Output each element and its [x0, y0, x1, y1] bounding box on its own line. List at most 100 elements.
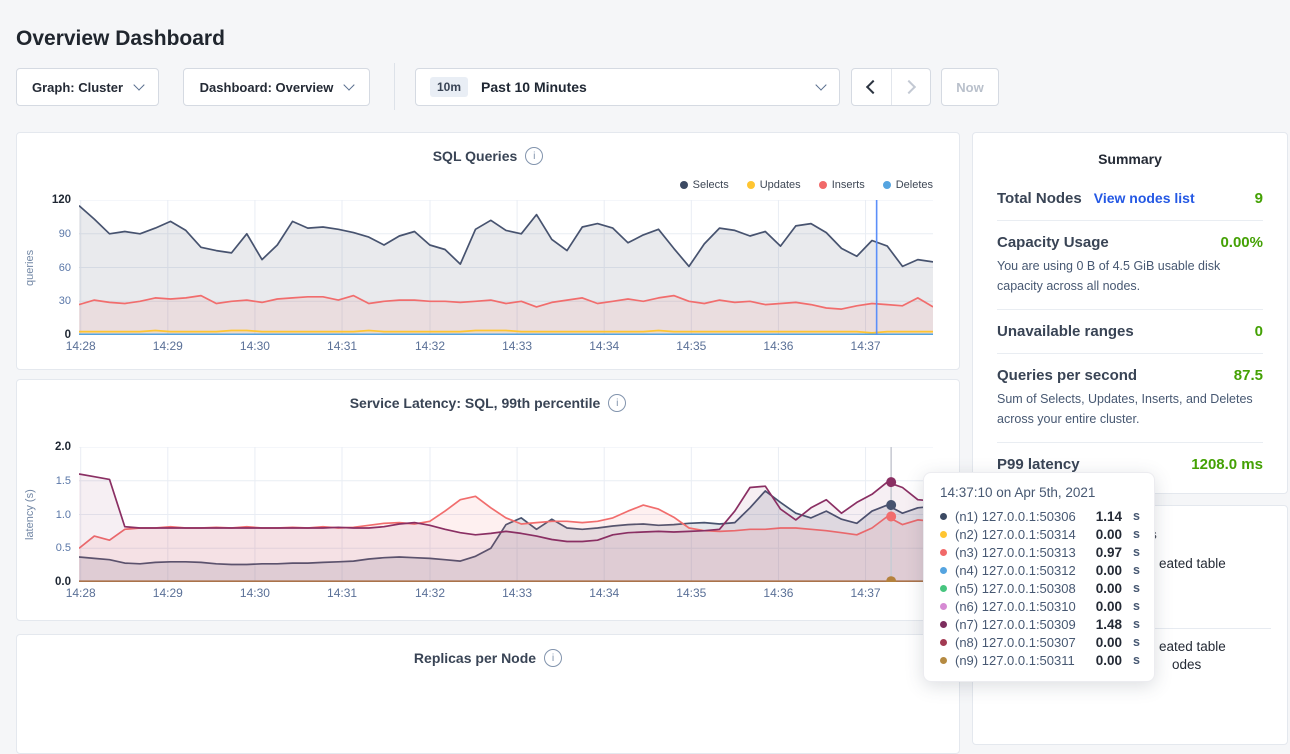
dashboard-dropdown-label: Dashboard: Overview: [200, 80, 334, 95]
time-range-badge: 10m: [430, 77, 468, 97]
legend-label: Inserts: [832, 179, 865, 191]
node-series-dot-icon: [940, 603, 947, 610]
node-series-dot-icon: [940, 567, 947, 574]
capacity-usage-description: You are using 0 B of 4.5 GiB usable disk…: [997, 256, 1263, 296]
y-tick-label: 0.5: [56, 542, 71, 554]
time-prev-button[interactable]: [852, 69, 891, 105]
y-axis-label: latency (s): [23, 447, 37, 582]
tooltip-node-row: (n5) 127.0.0.1:503080.00s: [940, 579, 1140, 597]
y-tick-label: 1.0: [56, 509, 71, 521]
summary-title: Summary: [997, 151, 1263, 167]
graph-dropdown-label: Graph: Cluster: [32, 80, 123, 95]
event-item[interactable]: odes: [1172, 657, 1201, 672]
legend-dot-icon: [747, 181, 755, 189]
now-button[interactable]: Now: [941, 68, 999, 106]
info-icon[interactable]: i: [544, 649, 562, 667]
node-series-dot-icon: [940, 621, 947, 628]
service-latency-plot[interactable]: [79, 447, 933, 582]
tooltip-node-row: (n3) 127.0.0.1:503130.97s: [940, 543, 1140, 561]
x-tick-label: 14:34: [589, 586, 619, 600]
node-address: (n5) 127.0.0.1:50308: [955, 581, 1088, 596]
graph-dropdown[interactable]: Graph: Cluster: [16, 68, 159, 106]
unavailable-ranges-label: Unavailable ranges: [997, 323, 1134, 340]
x-tick-label: 14:31: [327, 586, 357, 600]
chevron-down-icon: [344, 79, 355, 90]
x-tick-label: 14:37: [851, 586, 881, 600]
legend-label: Updates: [760, 179, 801, 191]
node-latency-value: 0.00: [1096, 599, 1122, 614]
total-nodes-value: 9: [1255, 190, 1263, 207]
tooltip-node-row: (n6) 127.0.0.1:503100.00s: [940, 597, 1140, 615]
chevron-down-icon: [815, 79, 826, 90]
chart-title: Service Latency: SQL, 99th percentile: [350, 395, 601, 411]
view-nodes-list-link[interactable]: View nodes list: [1094, 190, 1243, 206]
y-tick-label: 30: [59, 295, 71, 307]
summary-row-qps: Queries per second 87.5 Sum of Selects, …: [997, 354, 1263, 443]
x-tick-label: 14:32: [415, 586, 445, 600]
node-address: (n3) 127.0.0.1:50313: [955, 545, 1088, 560]
node-latency-unit: s: [1133, 563, 1140, 577]
x-tick-label: 14:36: [763, 339, 793, 353]
node-series-dot-icon: [940, 531, 947, 538]
node-series-dot-icon: [940, 549, 947, 556]
p99-latency-label: P99 latency: [997, 456, 1080, 473]
chevron-down-icon: [133, 79, 144, 90]
legend-item-deletes[interactable]: Deletes: [883, 179, 933, 191]
summary-panel: Summary Total Nodes View nodes list 9 Ca…: [972, 132, 1288, 494]
node-latency-value: 0.00: [1096, 563, 1122, 578]
chart-legend: Selects Updates Inserts Deletes: [680, 179, 933, 191]
node-address: (n6) 127.0.0.1:50310: [955, 599, 1088, 614]
x-tick-label: 14:29: [153, 586, 183, 600]
node-latency-value: 0.00: [1096, 581, 1122, 596]
legend-label: Deletes: [896, 179, 933, 191]
event-item[interactable]: eated table: [1159, 639, 1226, 654]
y-tick-label: 1.5: [56, 475, 71, 487]
x-tick-label: 14:37: [851, 339, 881, 353]
node-latency-value: 1.48: [1096, 617, 1122, 632]
y-axis-label: queries: [23, 200, 37, 335]
node-latency-value: 0.00: [1096, 635, 1122, 650]
sql-queries-plot[interactable]: [79, 200, 933, 335]
legend-item-selects[interactable]: Selects: [680, 179, 729, 191]
x-tick-label: 14:30: [240, 339, 270, 353]
service-latency-panel: Service Latency: SQL, 99th percentile i …: [16, 379, 960, 621]
chart-hover-tooltip: 14:37:10 on Apr 5th, 2021 (n1) 127.0.0.1…: [923, 472, 1155, 682]
x-axis: 14:2814:2914:3014:3114:3214:3314:3414:35…: [79, 586, 933, 602]
node-address: (n9) 127.0.0.1:50311: [955, 653, 1088, 668]
event-item[interactable]: eated table: [1159, 556, 1226, 571]
tooltip-node-row: (n1) 127.0.0.1:503061.14s: [940, 507, 1140, 525]
node-latency-unit: s: [1133, 509, 1140, 523]
node-address: (n8) 127.0.0.1:50307: [955, 635, 1088, 650]
x-tick-label: 14:29: [153, 339, 183, 353]
y-axis: 0306090120: [37, 200, 75, 335]
capacity-usage-value: 0.00%: [1220, 234, 1263, 251]
page-title: Overview Dashboard: [16, 27, 225, 51]
node-latency-value: 0.00: [1096, 653, 1122, 668]
summary-row-capacity: Capacity Usage 0.00% You are using 0 B o…: [997, 221, 1263, 310]
time-next-button[interactable]: [891, 69, 931, 105]
tooltip-node-row: (n7) 127.0.0.1:503091.48s: [940, 615, 1140, 633]
total-nodes-label: Total Nodes: [997, 190, 1082, 207]
node-address: (n7) 127.0.0.1:50309: [955, 617, 1088, 632]
node-series-dot-icon: [940, 639, 947, 646]
legend-item-updates[interactable]: Updates: [747, 179, 801, 191]
legend-item-inserts[interactable]: Inserts: [819, 179, 865, 191]
info-icon[interactable]: i: [608, 394, 626, 412]
unavailable-ranges-value: 0: [1255, 323, 1263, 340]
tooltip-node-row: (n2) 127.0.0.1:503140.00s: [940, 525, 1140, 543]
x-tick-label: 14:35: [676, 586, 706, 600]
time-range-label: Past 10 Minutes: [481, 79, 804, 95]
x-tick-label: 14:33: [502, 586, 532, 600]
capacity-usage-label: Capacity Usage: [997, 234, 1109, 251]
node-series-dot-icon: [940, 657, 947, 664]
dashboard-dropdown[interactable]: Dashboard: Overview: [183, 68, 370, 106]
chart-title: Replicas per Node: [414, 650, 536, 666]
node-series-dot-icon: [940, 513, 947, 520]
info-icon[interactable]: i: [525, 147, 543, 165]
node-series-dot-icon: [940, 585, 947, 592]
x-tick-label: 14:36: [763, 586, 793, 600]
x-tick-label: 14:31: [327, 339, 357, 353]
x-tick-label: 14:30: [240, 586, 270, 600]
time-range-picker[interactable]: 10m Past 10 Minutes: [415, 68, 840, 106]
node-address: (n2) 127.0.0.1:50314: [955, 527, 1088, 542]
